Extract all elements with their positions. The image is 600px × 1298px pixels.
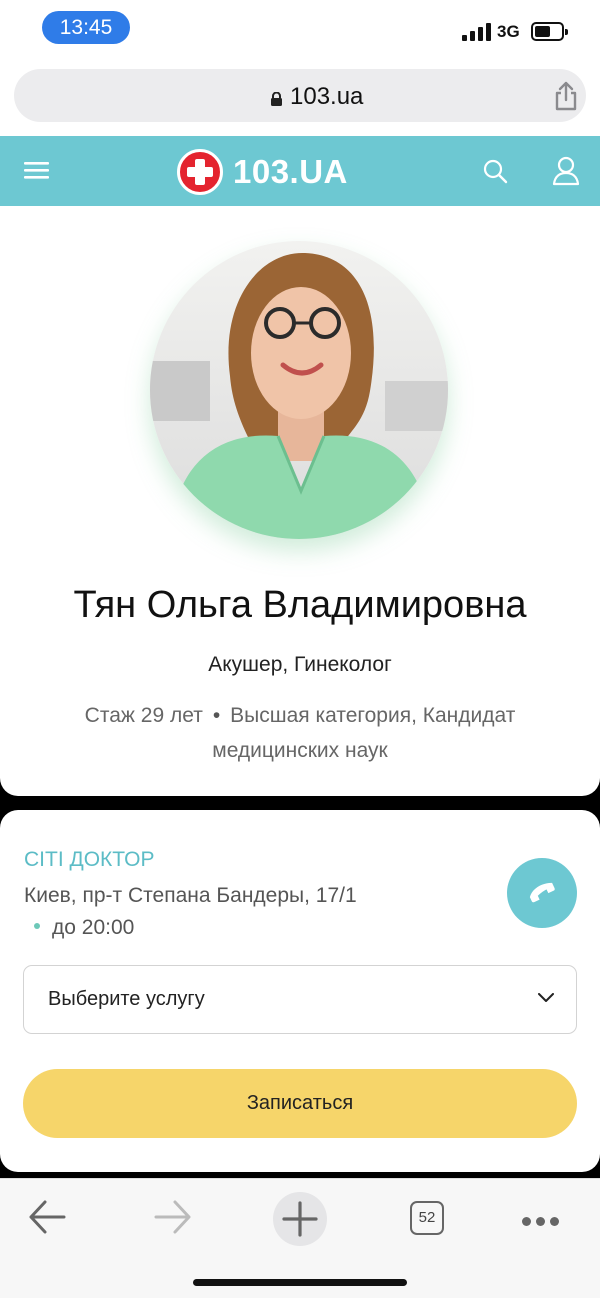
home-indicator — [193, 1279, 407, 1286]
browser-toolbar: 52 — [0, 1178, 600, 1298]
clinic-name-link[interactable]: СІТІ ДОКТОР — [24, 848, 155, 872]
search-icon[interactable] — [482, 158, 508, 184]
new-tab-button[interactable] — [273, 1192, 327, 1246]
service-select[interactable]: Выберите услугу — [23, 965, 577, 1034]
logo-text: 103.UA — [233, 153, 348, 190]
status-bar: 13:45 3G — [0, 0, 600, 62]
doctor-photo — [150, 241, 448, 539]
phone-icon — [529, 882, 555, 903]
doctor-category: Высшая категория, Кандидат медицинских н… — [212, 704, 516, 762]
meta-separator: • — [212, 704, 221, 727]
doctor-specialty: Акушер, Гинеколог — [208, 653, 392, 676]
doctor-experience: Стаж 29 лет — [84, 704, 203, 727]
site-header: 103.UA — [0, 136, 600, 206]
service-select-value: Выберите услугу — [48, 988, 205, 1010]
doctor-name: Тян Ольга Владимировна — [73, 584, 527, 626]
network-type: 3G — [497, 22, 520, 41]
address-bar[interactable]: 103.ua — [14, 69, 586, 122]
book-appointment-button[interactable]: Записаться — [23, 1069, 577, 1138]
call-button[interactable] — [507, 858, 577, 928]
tabs-count-button[interactable]: 52 — [410, 1201, 444, 1235]
logo-cross-icon — [177, 149, 223, 195]
more-dots-icon[interactable] — [522, 1213, 564, 1231]
battery-icon — [531, 22, 568, 41]
clinic-card: СІТІ ДОКТОР Киев, пр-т Степана Бандеры, … — [0, 810, 600, 1172]
browser-address-area: 103.ua — [0, 62, 600, 136]
url-text: 103.ua — [290, 83, 364, 110]
chevron-down-icon — [538, 993, 554, 1002]
forward-arrow-icon[interactable] — [154, 1199, 192, 1235]
user-icon[interactable] — [552, 156, 580, 186]
hamburger-menu-icon[interactable] — [24, 160, 49, 180]
plus-icon — [282, 1201, 318, 1237]
status-time: 13:45 — [42, 11, 130, 44]
lock-icon — [271, 92, 282, 106]
back-arrow-icon[interactable] — [28, 1199, 66, 1235]
clinic-hours-text: до 20:00 — [52, 916, 135, 939]
open-status-dot — [34, 923, 40, 930]
cellular-signal-icon — [462, 23, 492, 41]
share-icon[interactable] — [552, 81, 580, 111]
site-logo[interactable]: 103.UA — [177, 149, 348, 195]
clinic-address: Киев, пр-т Степана Бандеры, 17/1 — [24, 884, 357, 907]
doctor-meta: Стаж 29 лет • Высшая категория, Кандидат м… — [40, 698, 560, 768]
clinic-hours: до 20:00 — [34, 916, 134, 940]
doctor-card: Тян Ольга Владимировна Акушер, Гинеколог… — [0, 206, 600, 796]
